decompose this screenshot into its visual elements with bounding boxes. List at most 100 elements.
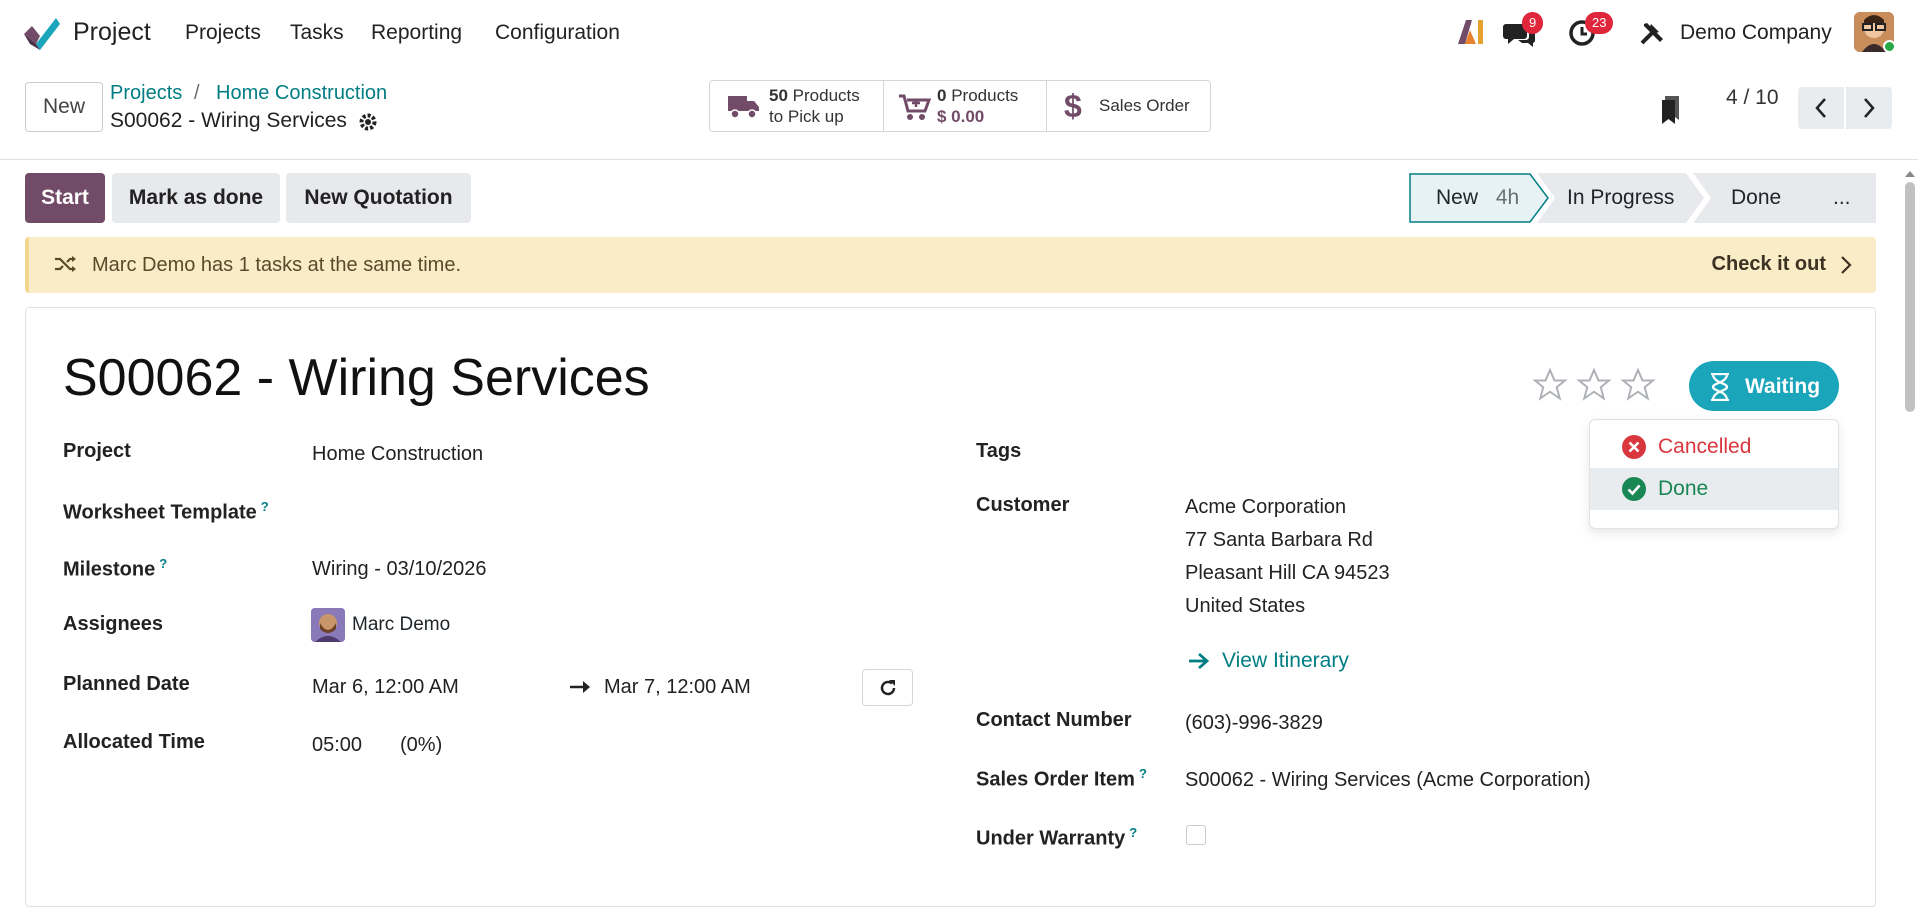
- worksheet-template-field[interactable]: [312, 494, 912, 526]
- scroll-up-arrow-icon: [1905, 171, 1915, 177]
- allocated-time-label: Allocated Time: [63, 731, 205, 753]
- arrow-right-icon: [570, 681, 590, 693]
- app-name[interactable]: Project: [73, 18, 151, 47]
- stage-more[interactable]: ...: [1833, 186, 1851, 210]
- new-record-button[interactable]: New: [25, 82, 103, 132]
- mark-as-done-button[interactable]: Mark as done: [112, 173, 280, 223]
- alert-text: Marc Demo has 1 tasks at the same time.: [92, 254, 462, 276]
- arrow-right-icon: [1189, 652, 1210, 670]
- assignee-tag[interactable]: Marc Demo: [311, 608, 450, 642]
- record-settings-gear-icon[interactable]: [358, 112, 378, 132]
- state-option-cancelled[interactable]: Cancelled: [1590, 426, 1838, 468]
- truck-icon: [728, 93, 760, 124]
- breadcrumb-separator: /: [194, 82, 200, 104]
- project-field[interactable]: Home Construction: [312, 443, 483, 466]
- planned-start-field[interactable]: Mar 6, 12:00 AM: [312, 676, 459, 699]
- scrollbar-thumb[interactable]: [1905, 182, 1915, 412]
- customer-country: United States: [1185, 595, 1306, 617]
- tags-label: Tags: [976, 440, 1022, 462]
- cart-icon: [899, 93, 932, 126]
- dollar-icon: $: [1064, 88, 1082, 124]
- menu-tasks[interactable]: Tasks: [290, 21, 344, 45]
- task-state-button[interactable]: Waiting: [1689, 361, 1839, 411]
- products-count: 0: [937, 86, 947, 105]
- assignee-name: Marc Demo: [352, 614, 451, 635]
- state-option-cancelled-label: Cancelled: [1658, 435, 1752, 458]
- sales-order-item-field[interactable]: S00062 - Wiring Services (Acme Corporati…: [1185, 769, 1591, 792]
- view-itinerary-label: View Itinerary: [1222, 649, 1349, 672]
- chevron-left-icon: [1815, 98, 1826, 118]
- allocated-percent: (0%): [400, 734, 443, 756]
- chevron-right-icon: [1864, 98, 1875, 118]
- smart-button-products[interactable]: 0 Products $ 0.00: [883, 80, 1047, 132]
- view-itinerary-link[interactable]: View Itinerary: [1188, 649, 1349, 673]
- milestone-label: Milestone?: [63, 556, 168, 581]
- sales-order-label: Sales Order: [1099, 96, 1190, 115]
- planned-end-field[interactable]: Mar 7, 12:00 AM: [604, 676, 751, 699]
- project-label: Project: [63, 440, 131, 462]
- menu-configuration[interactable]: Configuration: [495, 21, 620, 45]
- star-icon: [1620, 367, 1656, 401]
- page-scrollbar[interactable]: [1904, 166, 1916, 416]
- check-it-out-label: Check it out: [1711, 253, 1826, 275]
- new-quotation-button[interactable]: New Quotation: [286, 173, 471, 223]
- online-status-dot: [1883, 40, 1896, 53]
- customer-name[interactable]: Acme Corporation: [1185, 496, 1346, 519]
- contact-number-label: Contact Number: [976, 709, 1132, 731]
- shuffle-icon: [55, 256, 76, 272]
- menu-reporting[interactable]: Reporting: [371, 21, 462, 45]
- contact-number-field[interactable]: (603)-996-3829: [1185, 712, 1323, 735]
- project-app-logo-icon[interactable]: [22, 14, 60, 50]
- breadcrumb-projects[interactable]: Projects: [110, 82, 182, 105]
- start-button[interactable]: Start: [25, 173, 105, 223]
- under-warranty-label: Under Warranty?: [976, 825, 1138, 850]
- worksheet-template-label: Worksheet Template?: [63, 499, 269, 524]
- ai-icon[interactable]: [1456, 18, 1486, 46]
- stage-statusbar: New 4h In Progress Done ...: [1409, 173, 1876, 223]
- reschedule-button[interactable]: [862, 669, 913, 706]
- pager-value[interactable]: 4 / 10: [1726, 86, 1779, 110]
- activities-badge: 23: [1585, 12, 1614, 34]
- to-pick-line1: Products: [792, 86, 860, 105]
- customer-city: Pleasant Hill CA 94523: [1185, 562, 1390, 584]
- control-panel-divider: [0, 159, 1918, 160]
- priority-stars[interactable]: [1532, 367, 1658, 403]
- stage-new-label: New: [1436, 186, 1479, 209]
- task-state-label: Waiting: [1745, 375, 1821, 398]
- products-line1: Products: [951, 86, 1019, 105]
- tags-field[interactable]: [1185, 436, 1575, 468]
- pager-next-button[interactable]: [1846, 87, 1892, 129]
- menu-projects[interactable]: Projects: [185, 21, 261, 45]
- state-option-done-label: Done: [1658, 477, 1709, 500]
- tools-icon[interactable]: [1639, 20, 1665, 46]
- allocated-time-field[interactable]: 05:00: [312, 734, 362, 757]
- assignee-avatar: [311, 608, 345, 642]
- to-pick-count: 50: [769, 86, 788, 105]
- under-warranty-checkbox[interactable]: [1186, 825, 1206, 845]
- stage-done[interactable]: Done: [1731, 186, 1781, 210]
- state-option-done[interactable]: Done: [1590, 468, 1838, 510]
- check-circle-icon: [1622, 477, 1646, 501]
- messages-badge: 9: [1522, 12, 1544, 34]
- to-pick-line2: to Pick up: [769, 107, 844, 126]
- hourglass-icon: [1711, 373, 1729, 401]
- smart-button-to-pick[interactable]: 50 Products to Pick up: [709, 80, 884, 132]
- state-dropdown-menu: Cancelled Done: [1589, 419, 1839, 529]
- breadcrumb-current-record: S00062 - Wiring Services: [110, 109, 347, 132]
- refresh-icon: [880, 679, 895, 695]
- bookmark-icon[interactable]: [1660, 96, 1682, 124]
- stage-new[interactable]: New 4h: [1436, 186, 1519, 210]
- assignees-label: Assignees: [63, 613, 164, 635]
- star-icon: [1532, 367, 1568, 401]
- stage-new-duration: 4h: [1495, 186, 1520, 209]
- company-switcher[interactable]: Demo Company: [1680, 21, 1832, 45]
- conflict-alert: Marc Demo has 1 tasks at the same time. …: [25, 237, 1876, 293]
- pager-previous-button[interactable]: [1798, 87, 1844, 129]
- smart-button-sales-order[interactable]: $ Sales Order: [1046, 80, 1211, 132]
- check-it-out-link[interactable]: Check it out: [1712, 253, 1852, 276]
- task-title[interactable]: S00062 - Wiring Services: [63, 348, 650, 408]
- star-icon: [1576, 367, 1612, 401]
- milestone-field[interactable]: Wiring - 03/10/2026: [312, 558, 487, 581]
- stage-in-progress[interactable]: In Progress: [1567, 186, 1674, 210]
- breadcrumb-home-construction[interactable]: Home Construction: [216, 82, 387, 105]
